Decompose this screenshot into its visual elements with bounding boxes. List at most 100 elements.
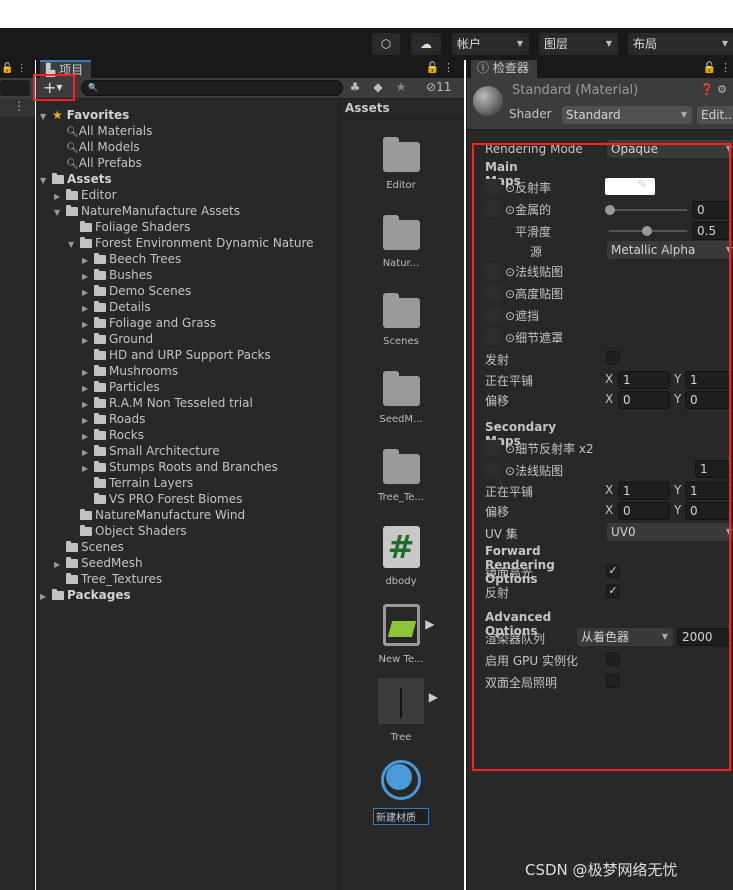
tree-item[interactable]: ▼ NatureManufacture Assets xyxy=(54,203,240,219)
assets-breadcrumb[interactable]: Assets xyxy=(341,99,464,119)
folder-icon xyxy=(94,381,106,392)
asset-item[interactable]: Scenes xyxy=(361,292,441,347)
search-input[interactable]: 🔍 xyxy=(81,80,343,96)
tree-item[interactable]: ▶ Ground xyxy=(82,331,153,347)
tree-item-label: Beech Trees xyxy=(109,252,182,266)
tree-item-label: Object Shaders xyxy=(95,524,187,538)
asset-item[interactable]: 新建材质 xyxy=(361,760,441,825)
tree-item[interactable]: ▶ Stumps Roots and Branches xyxy=(82,459,278,475)
window-top-bar xyxy=(0,0,733,28)
folder-icon xyxy=(66,205,78,216)
layers-dropdown[interactable]: 图层 ▼ xyxy=(539,33,618,55)
cloud-icon[interactable]: ☁ xyxy=(411,33,441,55)
expanded-arrow-icon[interactable]: ▼ xyxy=(40,173,52,189)
collab-icon[interactable]: ⬡ xyxy=(372,33,400,55)
tree-item-label: Forest Environment Dynamic Nature xyxy=(95,236,314,250)
help-settings-icons[interactable]: ❓ ⚙ xyxy=(700,83,727,96)
tree-item[interactable]: 🔍︎All Models xyxy=(54,139,140,155)
tree-item[interactable]: ▶ Roads xyxy=(82,411,145,427)
tree-item[interactable]: Tree_Textures xyxy=(54,571,162,587)
tree-item-label: Scenes xyxy=(81,540,124,554)
tree-item[interactable]: ▶ Rocks xyxy=(82,427,144,443)
panel-menu-icon[interactable]: 🔓 ⋮ xyxy=(426,61,454,74)
tree-item[interactable]: ▶ Small Architecture xyxy=(82,443,220,459)
asset-item[interactable]: ▶ Tree xyxy=(361,678,441,743)
lock-icon[interactable]: 🔓 ⋮ xyxy=(0,60,35,78)
tree-item[interactable]: 🔍︎All Prefabs xyxy=(54,155,142,171)
tree-item[interactable]: Object Shaders xyxy=(68,523,187,539)
tree-item[interactable]: HD and URP Support Packs xyxy=(82,347,271,363)
tree-item[interactable]: ▶ SeedMesh xyxy=(54,555,143,571)
material-icon xyxy=(381,760,421,800)
tree-item[interactable]: Terrain Layers xyxy=(82,475,193,491)
tree-item[interactable]: ▶ Beech Trees xyxy=(82,251,181,267)
tree-item-label: Foliage Shaders xyxy=(95,220,191,234)
hierarchy-search[interactable] xyxy=(0,80,30,96)
search-icon: 🔍︎ xyxy=(66,143,79,154)
tree-item[interactable]: ▼ Assets xyxy=(40,171,112,187)
tree-item[interactable]: NatureManufacture Wind xyxy=(68,507,245,523)
hidden-packages-toggle[interactable]: ⊘11 xyxy=(426,80,451,94)
asset-item[interactable]: Natur... xyxy=(361,214,441,269)
tree-item[interactable]: ▶ Particles xyxy=(82,379,160,395)
csharp-script-icon: # xyxy=(382,526,420,568)
tree-item[interactable]: 🔍︎All Materials xyxy=(54,123,152,139)
asset-item[interactable]: Tree_Te... xyxy=(361,448,441,503)
tree-item-label: Rocks xyxy=(109,428,144,442)
scene-row[interactable]: ⋮ xyxy=(0,99,35,117)
folder-icon xyxy=(94,333,106,344)
tree-item[interactable]: Foliage Shaders xyxy=(68,219,190,235)
folder-icon xyxy=(80,525,92,536)
asset-label: Tree xyxy=(390,732,412,743)
asset-item[interactable]: SeedM... xyxy=(361,370,441,425)
account-dropdown[interactable]: 帐户 ▼ xyxy=(452,33,529,55)
tree-item-label: NatureManufacture Wind xyxy=(95,508,246,522)
tree-item[interactable]: ▼ Forest Environment Dynamic Nature xyxy=(68,235,314,251)
folder-icon xyxy=(66,573,78,584)
folder-icon xyxy=(94,269,106,280)
asset-label[interactable]: 新建材质 xyxy=(373,808,429,825)
tree-item[interactable]: Scenes xyxy=(54,539,124,555)
search-by-type-icon[interactable]: ♣ xyxy=(345,80,365,94)
tree-item-label: Assets xyxy=(67,172,112,186)
folder-icon xyxy=(52,589,64,600)
tree-item[interactable]: VS PRO Forest Biomes xyxy=(82,491,242,507)
tree-item-label: VS PRO Forest Biomes xyxy=(109,492,243,506)
expanded-arrow-icon[interactable]: ▼ xyxy=(40,109,52,125)
expanded-arrow-icon[interactable]: ▼ xyxy=(54,205,66,221)
tree-item[interactable]: ▶ Foliage and Grass xyxy=(82,315,216,331)
tree-item[interactable]: ▶ R.A.M Non Tesseled trial xyxy=(82,395,253,411)
edit-shader-button[interactable]: Edit... xyxy=(697,106,733,124)
watermark: CSDN @极梦网络无忧 xyxy=(525,861,678,879)
tree-item[interactable]: ▶ Editor xyxy=(54,187,117,203)
tab-inspector[interactable]: ⓘ 检查器 xyxy=(471,60,537,78)
folder-icon xyxy=(66,557,78,568)
label-icon[interactable]: ◆ xyxy=(368,80,388,94)
folder-icon xyxy=(80,509,92,520)
highlight-create-button xyxy=(33,74,75,101)
panel-menu-icon[interactable]: 🔓 ⋮ xyxy=(703,61,731,74)
layout-dropdown[interactable]: 布局 ▼ xyxy=(628,33,733,55)
material-preview-sphere xyxy=(473,86,503,116)
shader-dropdown[interactable]: Standard ▼ xyxy=(562,106,692,124)
project-folder-tree: ▼ ★ Favorites 🔍︎All Materials 🔍︎All Models 🔍… xyxy=(36,99,340,890)
asset-label: Editor xyxy=(386,180,416,191)
asset-item[interactable]: # dbody xyxy=(361,526,441,587)
terrain-data-icon: ▶ xyxy=(382,604,435,646)
tree-item[interactable]: ▶ Demo Scenes xyxy=(82,283,191,299)
tree-item[interactable]: ▶ Mushrooms xyxy=(82,363,178,379)
tree-item[interactable]: ▶ Packages xyxy=(40,587,131,603)
asset-item[interactable]: ▶ New Te... xyxy=(361,604,441,665)
tree-item-label: Tree_Textures xyxy=(81,572,163,586)
tree-item[interactable]: ▼ ★ Favorites xyxy=(40,107,129,123)
tree-item[interactable]: ▶ Bushes xyxy=(82,267,152,283)
collapsed-arrow-icon[interactable]: ▶ xyxy=(40,589,52,605)
tree-item[interactable]: ▶ Details xyxy=(82,299,151,315)
asset-item[interactable]: Editor xyxy=(361,136,441,191)
asset-label: Tree_Te... xyxy=(378,492,424,503)
expanded-arrow-icon[interactable]: ▼ xyxy=(68,237,80,253)
favorite-star-icon[interactable]: ★ xyxy=(391,80,411,94)
folder-icon xyxy=(94,477,106,488)
highlight-material-properties xyxy=(472,143,731,771)
tree-item-label: Terrain Layers xyxy=(109,476,194,490)
